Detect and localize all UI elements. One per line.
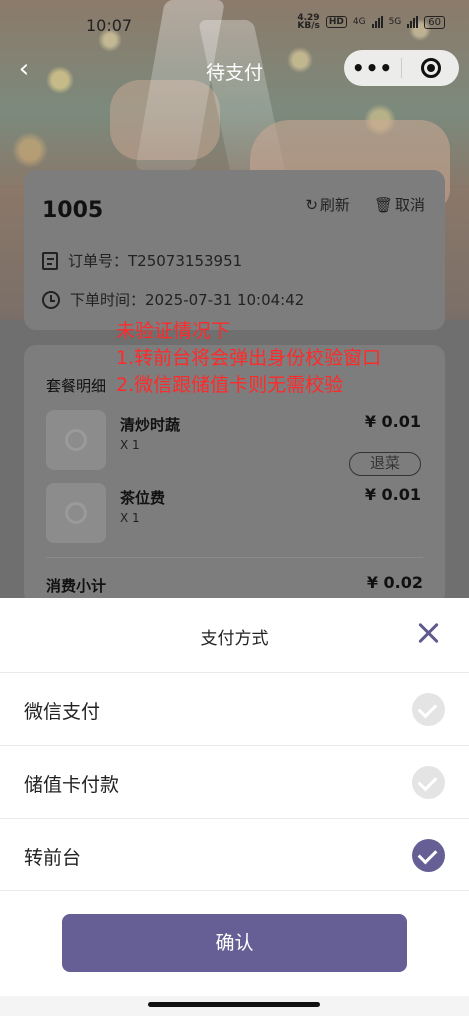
annotation-line-1: 未验证情况下 <box>116 320 231 342</box>
net1-label: 4G <box>352 17 366 27</box>
cancel-button[interactable]: 🗑 取消 <box>374 194 425 215</box>
item-price: ¥ 0.01 <box>364 412 421 431</box>
signal1-icon <box>371 16 383 28</box>
subtotal-value: ¥ 0.02 <box>366 573 423 592</box>
home-indicator[interactable] <box>148 1002 320 1007</box>
order-no-label: 订单号： <box>68 252 129 270</box>
battery-icon: 60 <box>424 15 445 29</box>
payment-option-front-desk[interactable]: 转前台 <box>0 818 469 891</box>
item-name: 茶位费 <box>120 489 166 507</box>
close-icon[interactable] <box>417 622 439 644</box>
item-price: ¥ 0.01 <box>364 485 421 504</box>
order-time-row: 下单时间：2025-07-31 10:04:42 <box>42 289 304 310</box>
signal2-icon <box>407 16 419 28</box>
placeholder-icon <box>65 429 87 451</box>
miniprogram-capsule: ••• <box>344 50 459 86</box>
order-number-row: 订单号：T25073153951 <box>42 250 242 271</box>
order-time-value: 2025-07-31 10:04:42 <box>145 291 305 309</box>
annotation-note: 未验证情况下 1.转前台将会弹出身份校验窗口 2.微信跟储值卡则无需校验 <box>116 318 381 399</box>
trash-icon: 🗑 <box>373 195 393 214</box>
hd-badge: HD <box>325 16 347 28</box>
payment-method-sheet: 支付方式 微信支付 储值卡付款 转前台 确认 <box>0 598 469 1016</box>
list-item: 清炒时蔬 X 1 ¥ 0.01 退菜 <box>46 410 421 476</box>
close-miniprogram-icon[interactable] <box>402 58 459 78</box>
list-item: 茶位费 X 1 ¥ 0.01 <box>46 483 421 543</box>
cancel-label: 取消 <box>394 196 425 214</box>
annotation-line-3: 2.微信跟储值卡则无需校验 <box>116 374 344 396</box>
status-icons: 4.29 KB/s HD 4G 5G 60 <box>297 13 445 31</box>
document-icon <box>42 251 58 270</box>
section-title: 套餐明细 <box>46 377 107 395</box>
check-icon[interactable] <box>412 766 445 799</box>
status-time: 10:07 <box>86 16 133 35</box>
order-time-label: 下单时间： <box>70 291 146 309</box>
sheet-title: 支付方式 <box>200 629 269 649</box>
subtotal-label: 消费小计 <box>46 577 107 595</box>
option-label: 微信支付 <box>24 701 101 723</box>
clock-icon <box>42 290 60 309</box>
check-icon-selected[interactable] <box>412 839 445 872</box>
refresh-button[interactable]: ↻ 刷新 <box>305 194 350 215</box>
order-no-value: T25073153951 <box>128 252 243 270</box>
net2-label: 5G <box>388 17 402 27</box>
refresh-icon: ↻ <box>305 195 318 214</box>
item-qty: X 1 <box>120 438 140 452</box>
item-qty: X 1 <box>120 511 140 525</box>
nav-bar: ‹ 待支付 ••• <box>0 50 469 90</box>
annotation-line-2: 1.转前台将会弹出身份校验窗口 <box>116 347 382 369</box>
item-thumbnail <box>46 483 106 543</box>
item-thumbnail <box>46 410 106 470</box>
table-number: 1005 <box>42 198 104 223</box>
refund-dish-button[interactable]: 退菜 <box>349 452 421 476</box>
status-bar: 10:07 4.29 KB/s HD 4G 5G 60 <box>0 0 469 54</box>
divider <box>46 557 423 558</box>
confirm-button[interactable]: 确认 <box>62 914 407 972</box>
option-label: 转前台 <box>24 847 82 869</box>
option-label: 储值卡付款 <box>24 774 120 796</box>
net-speed: 4.29 KB/s <box>297 13 320 31</box>
payment-option-stored-card[interactable]: 储值卡付款 <box>0 745 469 818</box>
item-name: 清炒时蔬 <box>120 416 181 434</box>
order-info-card: 1005 ↻ 刷新 🗑 取消 订单号：T25073153951 下单时间：2025-… <box>24 170 445 330</box>
order-actions: ↻ 刷新 🗑 取消 <box>305 194 425 215</box>
refresh-label: 刷新 <box>319 196 350 214</box>
payment-option-wechat[interactable]: 微信支付 <box>0 672 469 745</box>
placeholder-icon <box>65 502 87 524</box>
more-icon[interactable]: ••• <box>344 50 401 86</box>
check-icon[interactable] <box>412 693 445 726</box>
